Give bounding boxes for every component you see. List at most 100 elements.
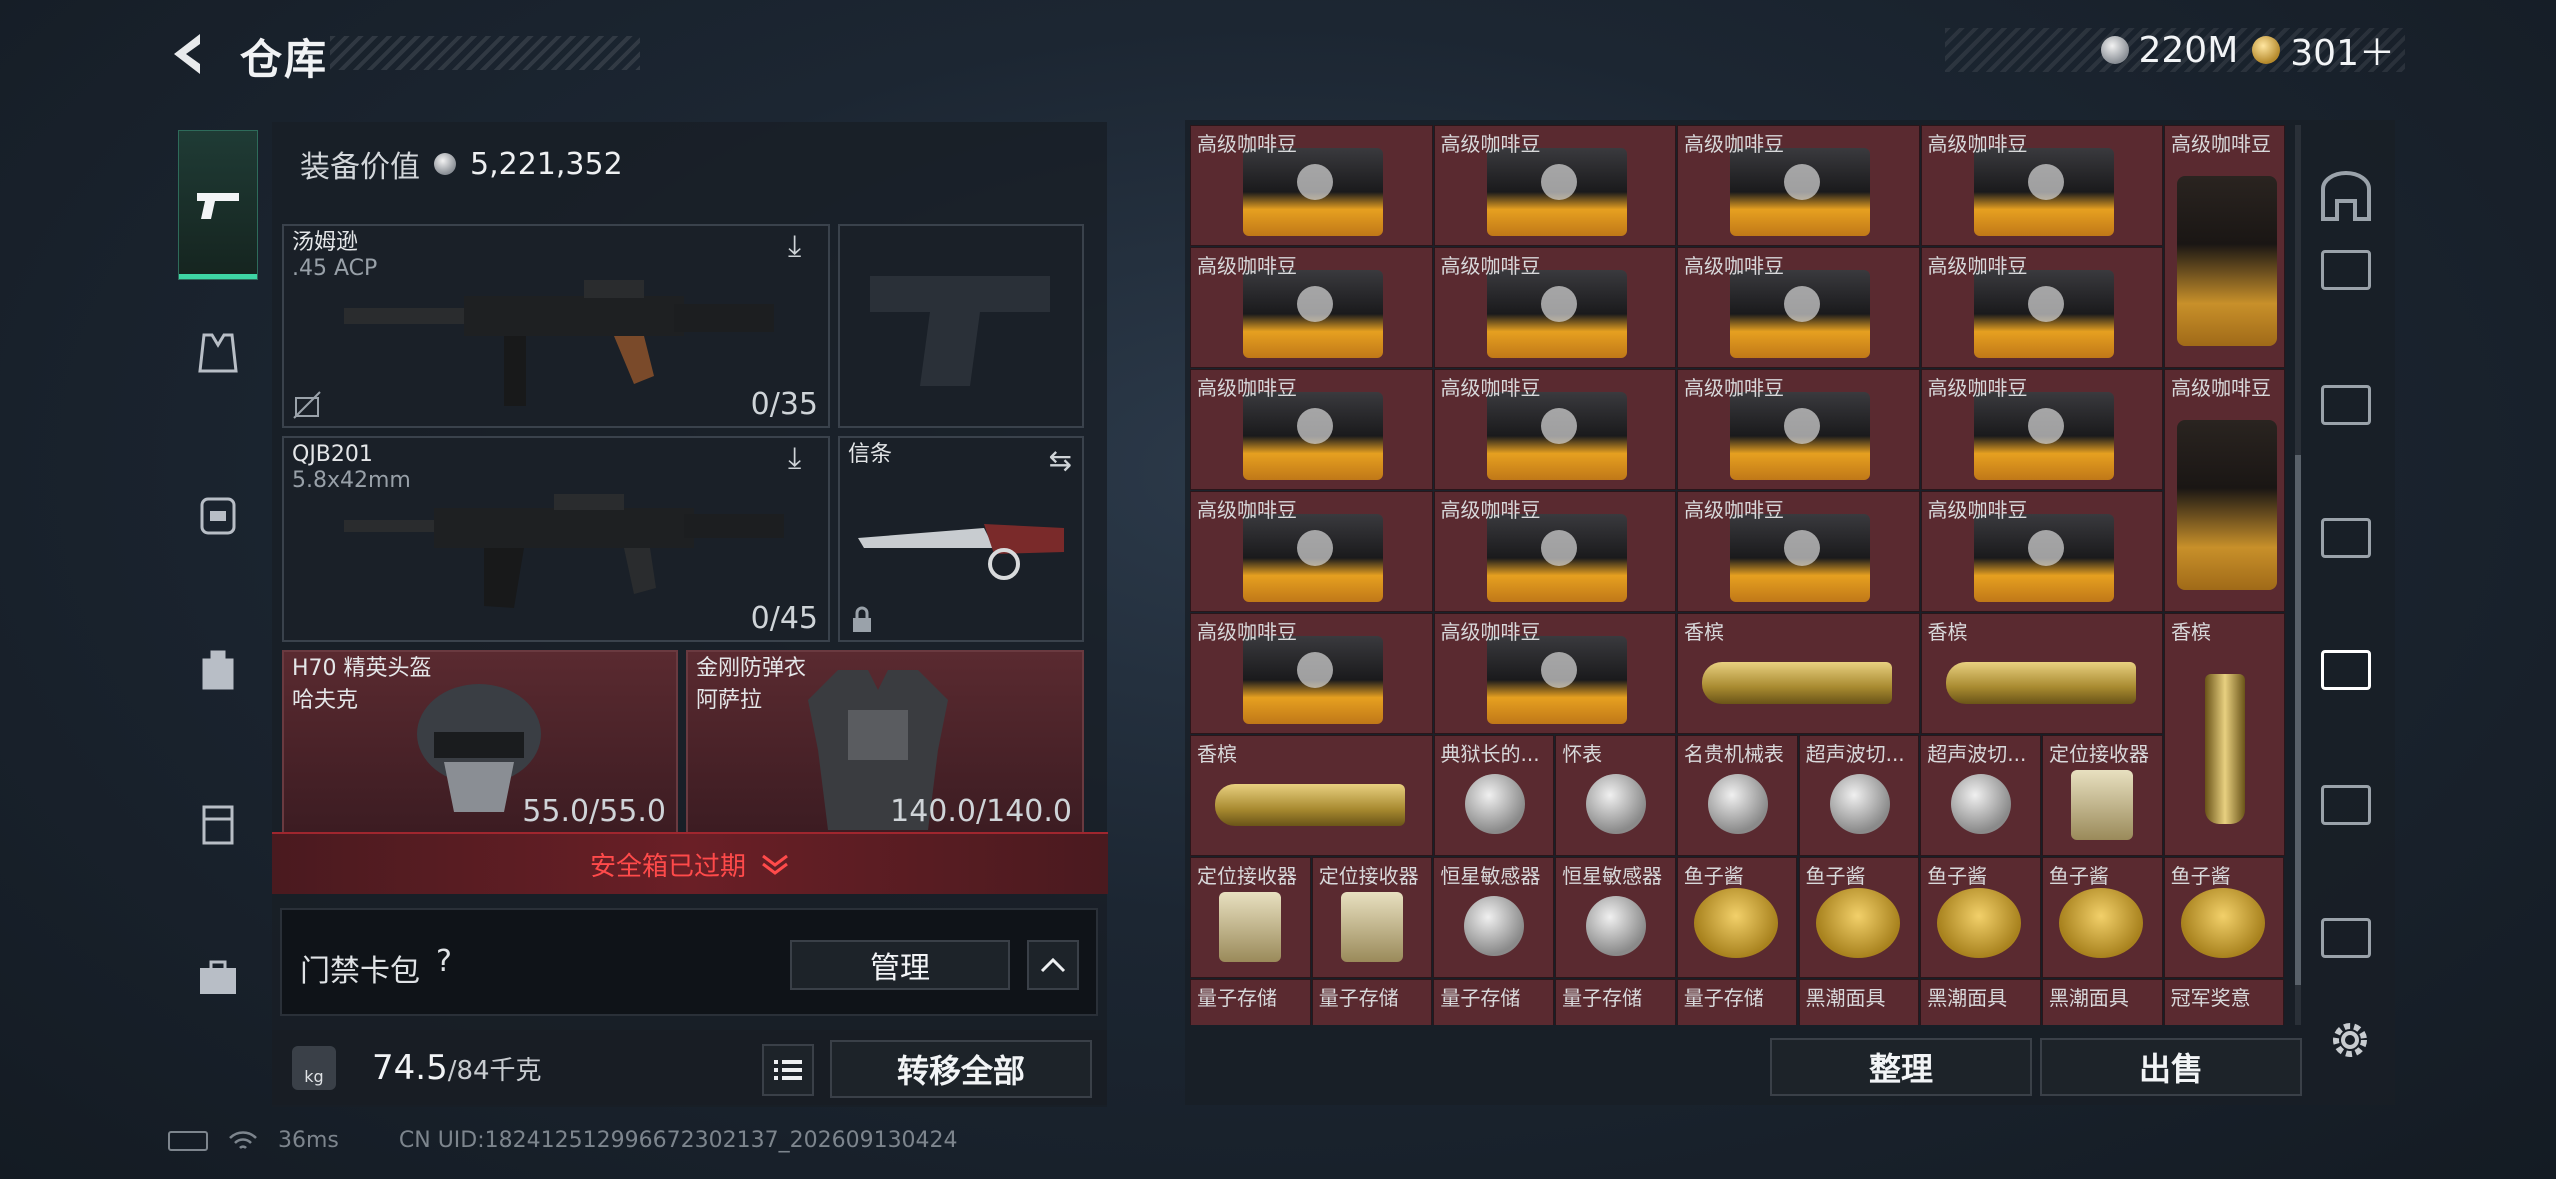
- stash-item-caviar[interactable]: 鱼子酱: [1920, 857, 2041, 978]
- stash-item-luxury-watch[interactable]: 名贵机械表: [1676, 735, 1798, 856]
- stash-item-sensor[interactable]: 恒星敏感器: [1555, 857, 1676, 978]
- stash-item-champagne[interactable]: 香槟: [1920, 613, 2163, 734]
- stash-item-name: 高级咖啡豆: [1440, 376, 1541, 400]
- settings-button[interactable]: [2320, 1010, 2380, 1070]
- rail-room-card-1[interactable]: [2316, 240, 2376, 300]
- stash-item-coffee[interactable]: 高级咖啡豆: [1190, 613, 1433, 734]
- stash-item-coffee[interactable]: 高级咖啡豆: [1190, 125, 1433, 246]
- rail-vest[interactable]: [178, 313, 258, 393]
- primary-weapon-slot[interactable]: 汤姆逊 .45 ACP ⤓ 0/35: [282, 224, 830, 428]
- stash-item-coffee[interactable]: 高级咖啡豆: [2164, 369, 2285, 612]
- stash-item-name: 高级咖啡豆: [1927, 254, 2028, 278]
- rail-case[interactable]: [178, 783, 258, 863]
- champagne-image: [1215, 784, 1405, 826]
- stash-item-coffee[interactable]: 高级咖啡豆: [1920, 247, 2163, 368]
- stash-item-coffee[interactable]: 高级咖啡豆: [1433, 613, 1676, 734]
- stash-item-champagne[interactable]: 香槟: [1190, 735, 1433, 856]
- stash-item-champagne[interactable]: 香槟: [1677, 613, 1920, 734]
- stash-item-quantum[interactable]: 量子存储: [1190, 979, 1311, 1025]
- coffee-image: [1243, 270, 1383, 358]
- stash-item-ultrasonic[interactable]: 超声波切...: [1798, 735, 1920, 856]
- stash-item-name: 高级咖啡豆: [1197, 620, 1297, 644]
- stash-item-coffee[interactable]: 高级咖啡豆: [1433, 125, 1676, 246]
- stash-item-watch[interactable]: 怀表: [1555, 735, 1676, 856]
- rail-weapons[interactable]: [178, 130, 258, 280]
- stash-item-coffee[interactable]: 高级咖啡豆: [1920, 125, 2163, 246]
- rail-room-card-gti[interactable]: [2316, 640, 2376, 700]
- sidearm-slot[interactable]: [838, 224, 1084, 428]
- stash-item-coffee[interactable]: 高级咖啡豆: [1190, 491, 1433, 612]
- helmet-slot[interactable]: H70 精英头盔 哈夫克 55.0/55.0: [282, 650, 678, 835]
- stash-item-coffee[interactable]: 高级咖啡豆: [1677, 125, 1920, 246]
- transfer-all-button[interactable]: 转移全部: [830, 1040, 1092, 1098]
- stash-item-quantum[interactable]: 量子存储: [1555, 979, 1676, 1025]
- rail-backpack[interactable]: [178, 473, 258, 553]
- stash-item-coffee[interactable]: 高级咖啡豆: [1190, 369, 1433, 490]
- stash-item-coffee[interactable]: 高级咖啡豆: [1433, 247, 1676, 368]
- rail-room-card-iv[interactable]: [2316, 775, 2376, 835]
- stash-item-coffee[interactable]: 高级咖啡豆: [1677, 369, 1920, 490]
- stash-item-caviar[interactable]: 鱼子酱: [1798, 857, 1920, 978]
- safehouse-icon: [2321, 171, 2371, 221]
- locator-image: [1219, 892, 1281, 962]
- ultrasonic-image: [1951, 774, 2012, 834]
- body-armor-slot[interactable]: 金刚防弹衣 阿萨拉 140.0/140.0: [686, 650, 1084, 835]
- coffee-image: [1973, 514, 2114, 602]
- stash-item-coffee[interactable]: 高级咖啡豆: [1920, 491, 2163, 612]
- currency-gold[interactable]: 301＋: [2252, 24, 2395, 76]
- sort-button[interactable]: 整理: [1770, 1038, 2032, 1096]
- locator-image: [2071, 770, 2133, 840]
- manage-button[interactable]: 管理: [790, 940, 1010, 990]
- stash-item-coffee[interactable]: 高级咖啡豆: [1677, 247, 1920, 368]
- stash-item-quantum[interactable]: 量子存储: [1676, 979, 1798, 1025]
- coffee-image: [2177, 420, 2277, 590]
- stash-item-locator[interactable]: 定位接收器: [1311, 857, 1433, 978]
- secondary-weapon-slot[interactable]: QJB201 5.8x42mm ⤓ 0/45: [282, 436, 830, 642]
- gold-amount: 301＋: [2290, 33, 2395, 74]
- rail-room-card-2[interactable]: [2316, 375, 2376, 435]
- stash-item-name: 黑潮面具: [1927, 986, 2008, 1010]
- coffee-image: [1486, 636, 1627, 724]
- stash-item-coffee[interactable]: 高级咖啡豆: [1190, 247, 1433, 368]
- stash-item-trophy[interactable]: 冠军奖意: [2163, 979, 2285, 1025]
- stash-item-caviar[interactable]: 鱼子酱: [2163, 857, 2285, 978]
- swap-icon[interactable]: ⇆: [1049, 444, 1072, 477]
- stash-item-coffee[interactable]: 高级咖啡豆: [1433, 491, 1676, 612]
- collapse-button[interactable]: [1027, 940, 1079, 990]
- coffee-image: [1486, 392, 1627, 480]
- rail-room-card-3[interactable]: [2316, 508, 2376, 568]
- stash-item-champagne[interactable]: 香槟: [2164, 613, 2285, 856]
- stash-item-ultrasonic[interactable]: 超声波切...: [1920, 735, 2041, 856]
- rail-toolbox[interactable]: [178, 938, 258, 1018]
- stash-item-quantum[interactable]: 量子存储: [1433, 979, 1555, 1025]
- stash-item-caviar[interactable]: 鱼子酱: [1676, 857, 1798, 978]
- rail-bag[interactable]: [178, 628, 258, 708]
- stash-item-mask[interactable]: 黑潮面具: [1798, 979, 1920, 1025]
- caviar-image: [2058, 888, 2143, 958]
- melee-slot[interactable]: 信条 ⇆: [838, 436, 1084, 642]
- coffee-image: [1243, 636, 1383, 724]
- stash-item-coffee[interactable]: 高级咖啡豆: [1433, 369, 1676, 490]
- stash-item-coffee[interactable]: 高级咖啡豆: [1920, 369, 2163, 490]
- stash-item-sensor[interactable]: 恒星敏感器: [1433, 857, 1555, 978]
- stash-item-medal[interactable]: 典狱长的...: [1433, 735, 1555, 856]
- back-button[interactable]: [160, 24, 220, 84]
- rail-room-card-iv2[interactable]: [2316, 908, 2376, 968]
- safe-box-expired-bar[interactable]: 安全箱已过期: [272, 832, 1108, 894]
- stash-item-locator[interactable]: 定位接收器: [2042, 735, 2163, 856]
- stash-item-quantum[interactable]: 量子存储: [1311, 979, 1433, 1025]
- page-title: 仓库: [240, 35, 329, 84]
- rail-safehouse[interactable]: [2316, 166, 2376, 226]
- stash-item-coffee[interactable]: 高级咖啡豆: [1677, 491, 1920, 612]
- stash-item-caviar[interactable]: 鱼子酱: [2041, 857, 2163, 978]
- stash-item-locator[interactable]: 定位接收器: [1190, 857, 1311, 978]
- stash-item-mask[interactable]: 黑潮面具: [1920, 979, 2041, 1025]
- currency-silver[interactable]: 220M: [2100, 30, 2238, 71]
- stash-item-name: 量子存储: [1440, 986, 1521, 1010]
- list-view-button[interactable]: [762, 1044, 814, 1096]
- stash-item-coffee[interactable]: 高级咖啡豆: [2164, 125, 2285, 368]
- help-icon[interactable]: ?: [424, 944, 464, 984]
- stash-item-mask[interactable]: 黑潮面具: [2041, 979, 2163, 1025]
- sell-button[interactable]: 出售: [2040, 1038, 2302, 1096]
- stash-item-name: 高级咖啡豆: [1440, 254, 1541, 278]
